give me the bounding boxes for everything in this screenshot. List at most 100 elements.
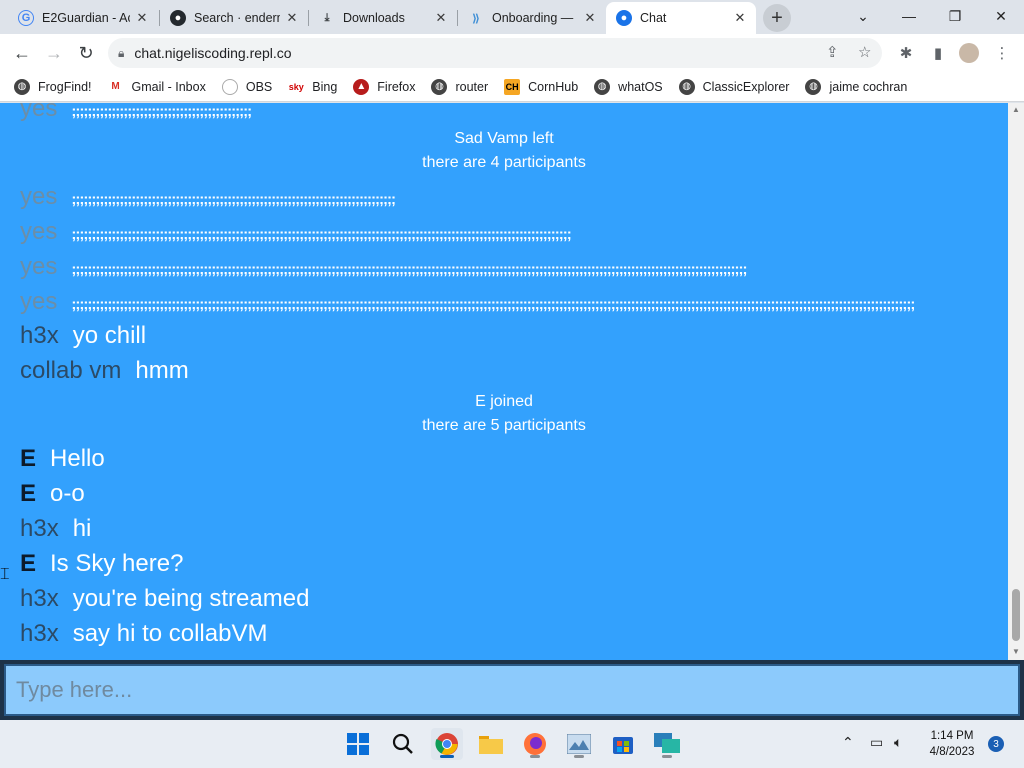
- bookmark-star-icon[interactable]: ☆: [858, 43, 871, 61]
- bookmark-frogfind[interactable]: ◍ FrogFind!: [14, 78, 92, 95]
- store-icon[interactable]: [607, 728, 639, 760]
- chevron-up-icon[interactable]: ⌃: [842, 734, 854, 751]
- ch-icon: CH: [504, 78, 521, 95]
- message-input[interactable]: [4, 664, 1020, 716]
- gmail-icon: M: [111, 81, 120, 92]
- tab-search[interactable]: ● Search · enderm ✕: [160, 2, 308, 34]
- reload-button[interactable]: ↻: [72, 39, 100, 67]
- chat-message: collab vm hmm: [20, 357, 189, 385]
- network-icon[interactable]: ▭: [870, 734, 883, 751]
- github-icon: ●: [170, 10, 186, 26]
- message-username: h3x: [20, 620, 59, 647]
- address-bar[interactable]: 🔒︎ chat.nigeliscoding.repl.co: [108, 38, 882, 68]
- profile-avatar[interactable]: [959, 43, 979, 63]
- firefox-icon[interactable]: [519, 728, 551, 760]
- message-text: hi: [72, 515, 92, 542]
- bookmark-gmail[interactable]: M Gmail - Inbox: [108, 79, 206, 95]
- tab-label: Chat: [640, 11, 667, 25]
- tab-label: Downloads: [343, 11, 405, 25]
- page-scrollbar[interactable]: ▲ ▼: [1008, 103, 1024, 660]
- chat-message: yes ;;;;;;;;;;;;;;;;;;;;;;;;;;;;;;;;;;;;…: [20, 218, 572, 246]
- chat-message: yes ;;;;;;;;;;;;;;;;;;;;;;;;;;;;;;;;;;;;…: [20, 183, 396, 211]
- message-text: say hi to collabVM: [72, 620, 268, 647]
- chat-message: yes ;;;;;;;;;;;;;;;;;;;;;;;;;;;;;;;;;;;;…: [20, 103, 252, 123]
- google-icon: G: [18, 10, 34, 26]
- bookmark-bing[interactable]: sky Bing: [288, 79, 338, 95]
- text-cursor-icon: ⌶: [0, 566, 10, 583]
- chat-message: h3x you're being streamed: [20, 585, 309, 613]
- tab-search-dropdown-icon[interactable]: ⌄: [840, 0, 886, 32]
- bookmark-router[interactable]: ◍ router: [431, 78, 488, 95]
- extensions-icon[interactable]: ✱: [895, 42, 917, 64]
- minimize-button[interactable]: —: [886, 0, 932, 32]
- close-icon[interactable]: ✕: [732, 10, 748, 26]
- message-username: h3x: [20, 585, 59, 612]
- back-button[interactable]: ←: [8, 39, 36, 67]
- system-notice: E joined there are 5 participants: [422, 393, 586, 434]
- chat-message: E Is Sky here?: [20, 550, 183, 578]
- forward-button[interactable]: →: [40, 39, 68, 67]
- close-icon[interactable]: ✕: [284, 10, 300, 26]
- sky-icon: sky: [288, 81, 304, 92]
- chat-message: h3x hi: [20, 515, 91, 543]
- photos-icon[interactable]: [563, 728, 595, 760]
- system-notice: Sad Vamp left there are 4 participants: [422, 130, 586, 171]
- bookmark-classicexplorer[interactable]: ◍ ClassicExplorer: [678, 78, 789, 95]
- scroll-down-arrow-icon[interactable]: ▼: [1012, 647, 1020, 656]
- volume-icon[interactable]: 🔈︎: [894, 734, 902, 751]
- tab-chat[interactable]: ● Chat ✕: [606, 2, 756, 34]
- message-username: h3x: [20, 322, 59, 349]
- message-username: yes: [20, 218, 58, 245]
- globe-icon: ◍: [594, 78, 611, 95]
- message-text: Is Sky here?: [50, 550, 184, 577]
- close-icon[interactable]: ✕: [134, 10, 150, 26]
- bookmark-firefox[interactable]: ▲ Firefox: [353, 78, 415, 95]
- globe-icon: ◍: [678, 78, 695, 95]
- chrome-icon[interactable]: [431, 728, 463, 760]
- file-explorer-icon[interactable]: [475, 728, 507, 760]
- scrollbar-thumb[interactable]: [1012, 589, 1020, 641]
- message-text: you're being streamed: [72, 585, 310, 612]
- tab-label: Search · enderm: [194, 11, 280, 25]
- message-username: yes: [20, 183, 58, 210]
- remote-desktop-icon[interactable]: [651, 728, 683, 760]
- chat-message: h3x yo chill: [20, 322, 146, 350]
- share-icon[interactable]: ⇪: [826, 43, 839, 61]
- side-panel-icon[interactable]: ▮: [927, 42, 949, 64]
- search-icon[interactable]: [387, 728, 419, 760]
- tab-e2guardian[interactable]: G E2Guardian - Ac ✕: [8, 2, 158, 34]
- windows-start-icon[interactable]: [342, 728, 374, 760]
- close-window-button[interactable]: ✕: [978, 0, 1024, 32]
- close-icon[interactable]: ✕: [582, 10, 598, 26]
- message-text: yo chill: [72, 322, 147, 349]
- message-username: h3x: [20, 515, 59, 542]
- bookmark-obs[interactable]: OBS: [221, 78, 272, 95]
- tab-onboarding[interactable]: ⟫ Onboarding — ✕: [458, 2, 606, 34]
- message-text: hmm: [135, 357, 189, 384]
- close-icon[interactable]: ✕: [433, 10, 449, 26]
- message-username: E: [20, 550, 37, 577]
- new-tab-button[interactable]: +: [763, 4, 791, 32]
- tab-label: E2Guardian - Ac: [42, 11, 130, 25]
- globe-icon: ◍: [14, 78, 30, 95]
- bookmark-whatos[interactable]: ◍ whatOS: [594, 78, 663, 95]
- bookmark-jaime-cochran[interactable]: ◍ jaime cochran: [805, 78, 907, 95]
- tab-downloads[interactable]: ⤓ Downloads ✕: [309, 2, 457, 34]
- message-username: yes: [20, 253, 58, 280]
- message-text: Hello: [50, 445, 105, 472]
- maximize-button[interactable]: ❐: [932, 0, 978, 32]
- bookmarks-bar: ◍ FrogFind! M Gmail - Inbox OBS sky Bing ▲ F…: [0, 72, 1024, 102]
- windows-taskbar: ⌃ ▭ 🔈︎ 1:14 PM 4/8/2023 3: [0, 720, 1024, 768]
- chat-message: E o-o: [20, 480, 85, 508]
- message-input-bar: [0, 660, 1024, 720]
- clock[interactable]: 1:14 PM 4/8/2023: [920, 728, 984, 760]
- message-username: collab vm: [20, 357, 122, 384]
- message-text: ;;;;;;;;;;;;;;;;;;;;;;;;;;;;;;;;;;;;;;;;…: [71, 103, 252, 120]
- menu-icon[interactable]: ⋮: [991, 42, 1013, 64]
- message-text: ;;;;;;;;;;;;;;;;;;;;;;;;;;;;;;;;;;;;;;;;…: [71, 261, 747, 278]
- notification-badge[interactable]: 3: [988, 736, 1004, 752]
- scroll-up-arrow-icon[interactable]: ▲: [1012, 105, 1020, 114]
- chat-message: h3x say hi to collabVM: [20, 620, 267, 648]
- bookmark-cornhub[interactable]: CH CornHub: [504, 78, 578, 95]
- message-username: yes: [20, 288, 58, 315]
